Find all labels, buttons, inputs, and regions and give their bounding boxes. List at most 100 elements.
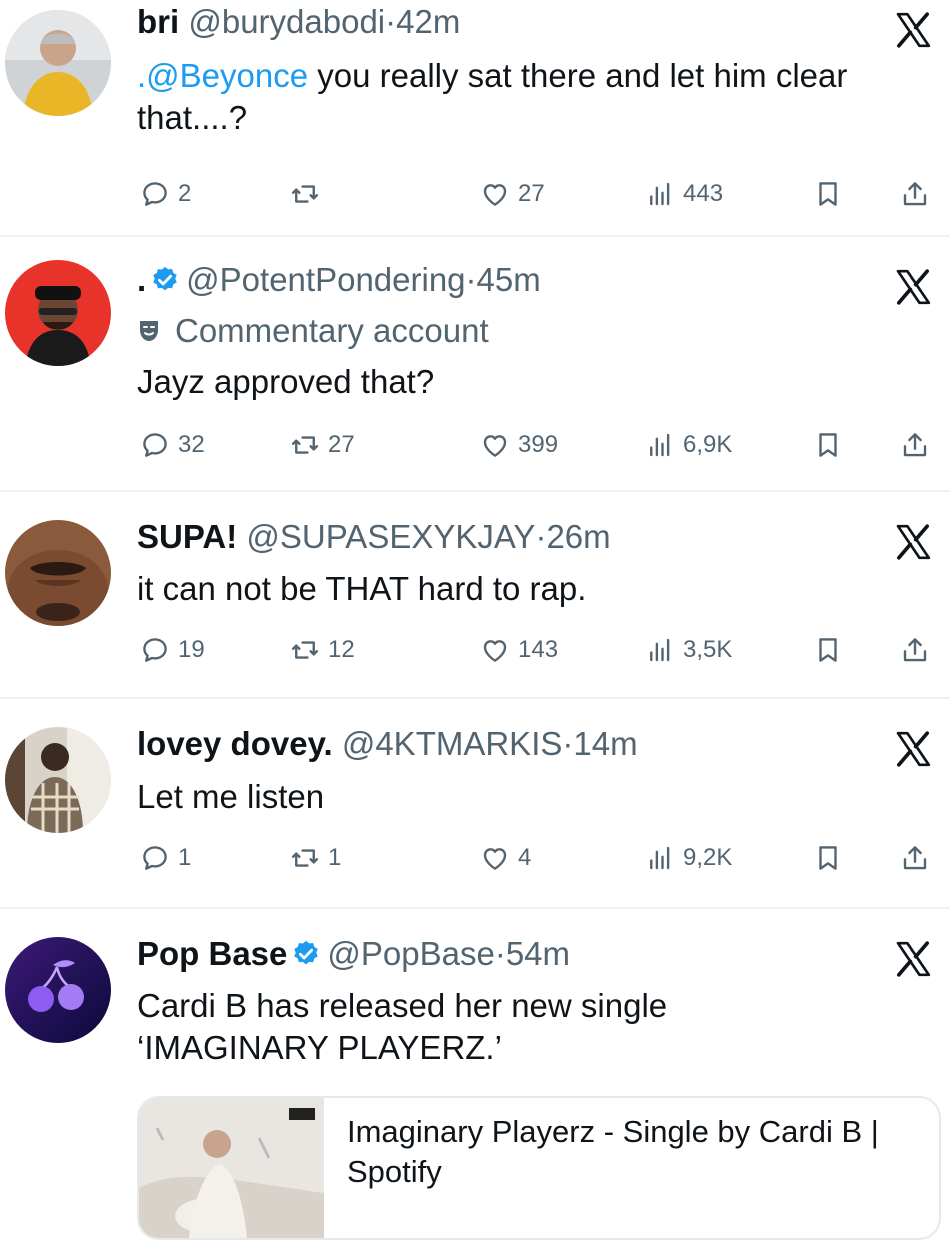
bookmark-icon <box>813 635 843 665</box>
user-handle[interactable]: @PotentPondering <box>186 261 465 298</box>
avatar[interactable] <box>5 727 111 833</box>
retweet-count: 27 <box>328 431 355 458</box>
retweet-button[interactable]: 1 <box>290 838 341 878</box>
display-name[interactable]: Pop Base <box>137 935 287 972</box>
reply-count: 2 <box>178 180 192 207</box>
avatar[interactable] <box>5 937 111 1043</box>
commentary-label: Commentary account <box>137 311 489 351</box>
bookmark-button[interactable] <box>813 174 851 214</box>
view-count: 3,5K <box>683 636 733 663</box>
share-button[interactable] <box>900 630 938 670</box>
timestamp[interactable]: 45m <box>477 261 541 298</box>
tweet-header: SUPA! @SUPASEXYKJAY·26m <box>137 517 611 557</box>
tweet-actions: 19 12 143 3,5K <box>140 630 930 670</box>
tweet-header: . @PotentPondering·45m <box>137 260 541 300</box>
views-chart-icon <box>645 843 675 873</box>
views-button[interactable]: 443 <box>645 174 723 214</box>
heart-icon <box>480 179 510 209</box>
reply-icon <box>140 635 170 665</box>
reply-icon <box>140 430 170 460</box>
x-logo-icon <box>893 267 933 307</box>
like-count: 27 <box>518 180 545 207</box>
user-handle[interactable]: @PopBase <box>327 935 494 972</box>
tweet-actions: 2 27 443 <box>140 174 930 214</box>
retweet-icon <box>290 430 320 460</box>
reply-button[interactable]: 1 <box>140 838 191 878</box>
share-button[interactable] <box>900 174 938 214</box>
bookmark-icon <box>813 179 843 209</box>
like-button[interactable]: 143 <box>480 630 558 670</box>
avatar[interactable] <box>5 520 111 626</box>
timestamp[interactable]: 26m <box>546 518 610 555</box>
reply-count: 1 <box>178 844 192 871</box>
timestamp[interactable]: 14m <box>573 725 637 762</box>
share-icon <box>900 843 930 873</box>
tweet[interactable]: lovey dovey. @4KTMARKIS·14m Let me liste… <box>0 699 950 907</box>
retweet-count: 12 <box>328 636 355 663</box>
tweet-text: it can not be THAT hard to rap. <box>137 570 587 607</box>
display-name[interactable]: lovey dovey. <box>137 725 333 762</box>
views-button[interactable]: 9,2K <box>645 838 732 878</box>
like-button[interactable]: 4 <box>480 838 531 878</box>
user-handle[interactable]: @SUPASEXYKJAY <box>246 518 535 555</box>
timestamp[interactable]: 42m <box>396 3 460 40</box>
share-icon <box>900 430 930 460</box>
like-count: 4 <box>518 844 532 871</box>
timestamp[interactable]: 54m <box>506 935 570 972</box>
bookmark-icon <box>813 843 843 873</box>
theater-mask-icon <box>140 321 158 341</box>
retweet-icon <box>290 179 320 209</box>
display-name[interactable]: bri <box>137 3 179 40</box>
verified-badge-icon <box>291 939 321 969</box>
share-button[interactable] <box>900 425 938 465</box>
share-button[interactable] <box>900 838 938 878</box>
like-count: 399 <box>518 431 559 458</box>
avatar[interactable] <box>5 10 111 116</box>
views-button[interactable]: 6,9K <box>645 425 732 465</box>
tweet-header: bri @burydabodi·42m <box>137 2 460 42</box>
like-button[interactable]: 27 <box>480 174 545 214</box>
tweet-header: lovey dovey. @4KTMARKIS·14m <box>137 724 638 764</box>
retweet-button[interactable]: 27 <box>290 425 355 465</box>
views-button[interactable]: 3,5K <box>645 630 732 670</box>
view-count: 6,9K <box>683 431 733 458</box>
reply-icon <box>140 179 170 209</box>
share-icon <box>900 179 930 209</box>
retweet-icon <box>290 843 320 873</box>
reply-button[interactable]: 19 <box>140 630 205 670</box>
views-chart-icon <box>645 179 675 209</box>
bookmark-icon <box>813 430 843 460</box>
tweet[interactable]: SUPA! @SUPASEXYKJAY·26m it can not be TH… <box>0 492 950 697</box>
separator-dot: · <box>385 3 397 40</box>
reply-button[interactable]: 2 <box>140 174 191 214</box>
avatar[interactable] <box>5 260 111 366</box>
view-count: 9,2K <box>683 844 733 871</box>
display-name[interactable]: . <box>137 261 146 298</box>
mention-link[interactable]: .@Beyonce <box>137 57 308 94</box>
tweet[interactable]: . @PotentPondering·45m Commentary account… <box>0 237 950 490</box>
x-logo-icon <box>893 939 933 979</box>
heart-icon <box>480 635 510 665</box>
x-logo-icon <box>893 10 933 50</box>
x-logo-icon <box>893 522 933 562</box>
display-name[interactable]: SUPA! <box>137 518 237 555</box>
user-handle[interactable]: @4KTMARKIS <box>342 725 563 762</box>
bookmark-button[interactable] <box>813 838 851 878</box>
bookmark-button[interactable] <box>813 425 851 465</box>
like-button[interactable]: 399 <box>480 425 558 465</box>
retweet-button[interactable]: 12 <box>290 630 355 670</box>
retweet-button[interactable] <box>290 174 328 214</box>
card-thumbnail <box>139 1098 324 1238</box>
tweet[interactable]: bri @burydabodi·42m .@Beyonce you really… <box>0 0 950 235</box>
retweet-count: 1 <box>328 844 342 871</box>
bookmark-button[interactable] <box>813 630 851 670</box>
tweet-header: Pop Base @PopBase·54m <box>137 934 570 974</box>
link-preview-card[interactable]: Imaginary Playerz - Single by Cardi B | … <box>137 1096 941 1240</box>
reply-button[interactable]: 32 <box>140 425 205 465</box>
user-handle[interactable]: @burydabodi <box>188 3 385 40</box>
heart-icon <box>480 430 510 460</box>
reply-count: 32 <box>178 431 205 458</box>
x-logo-icon <box>893 729 933 769</box>
share-icon <box>900 635 930 665</box>
tweet-text: Let me listen <box>137 778 325 815</box>
